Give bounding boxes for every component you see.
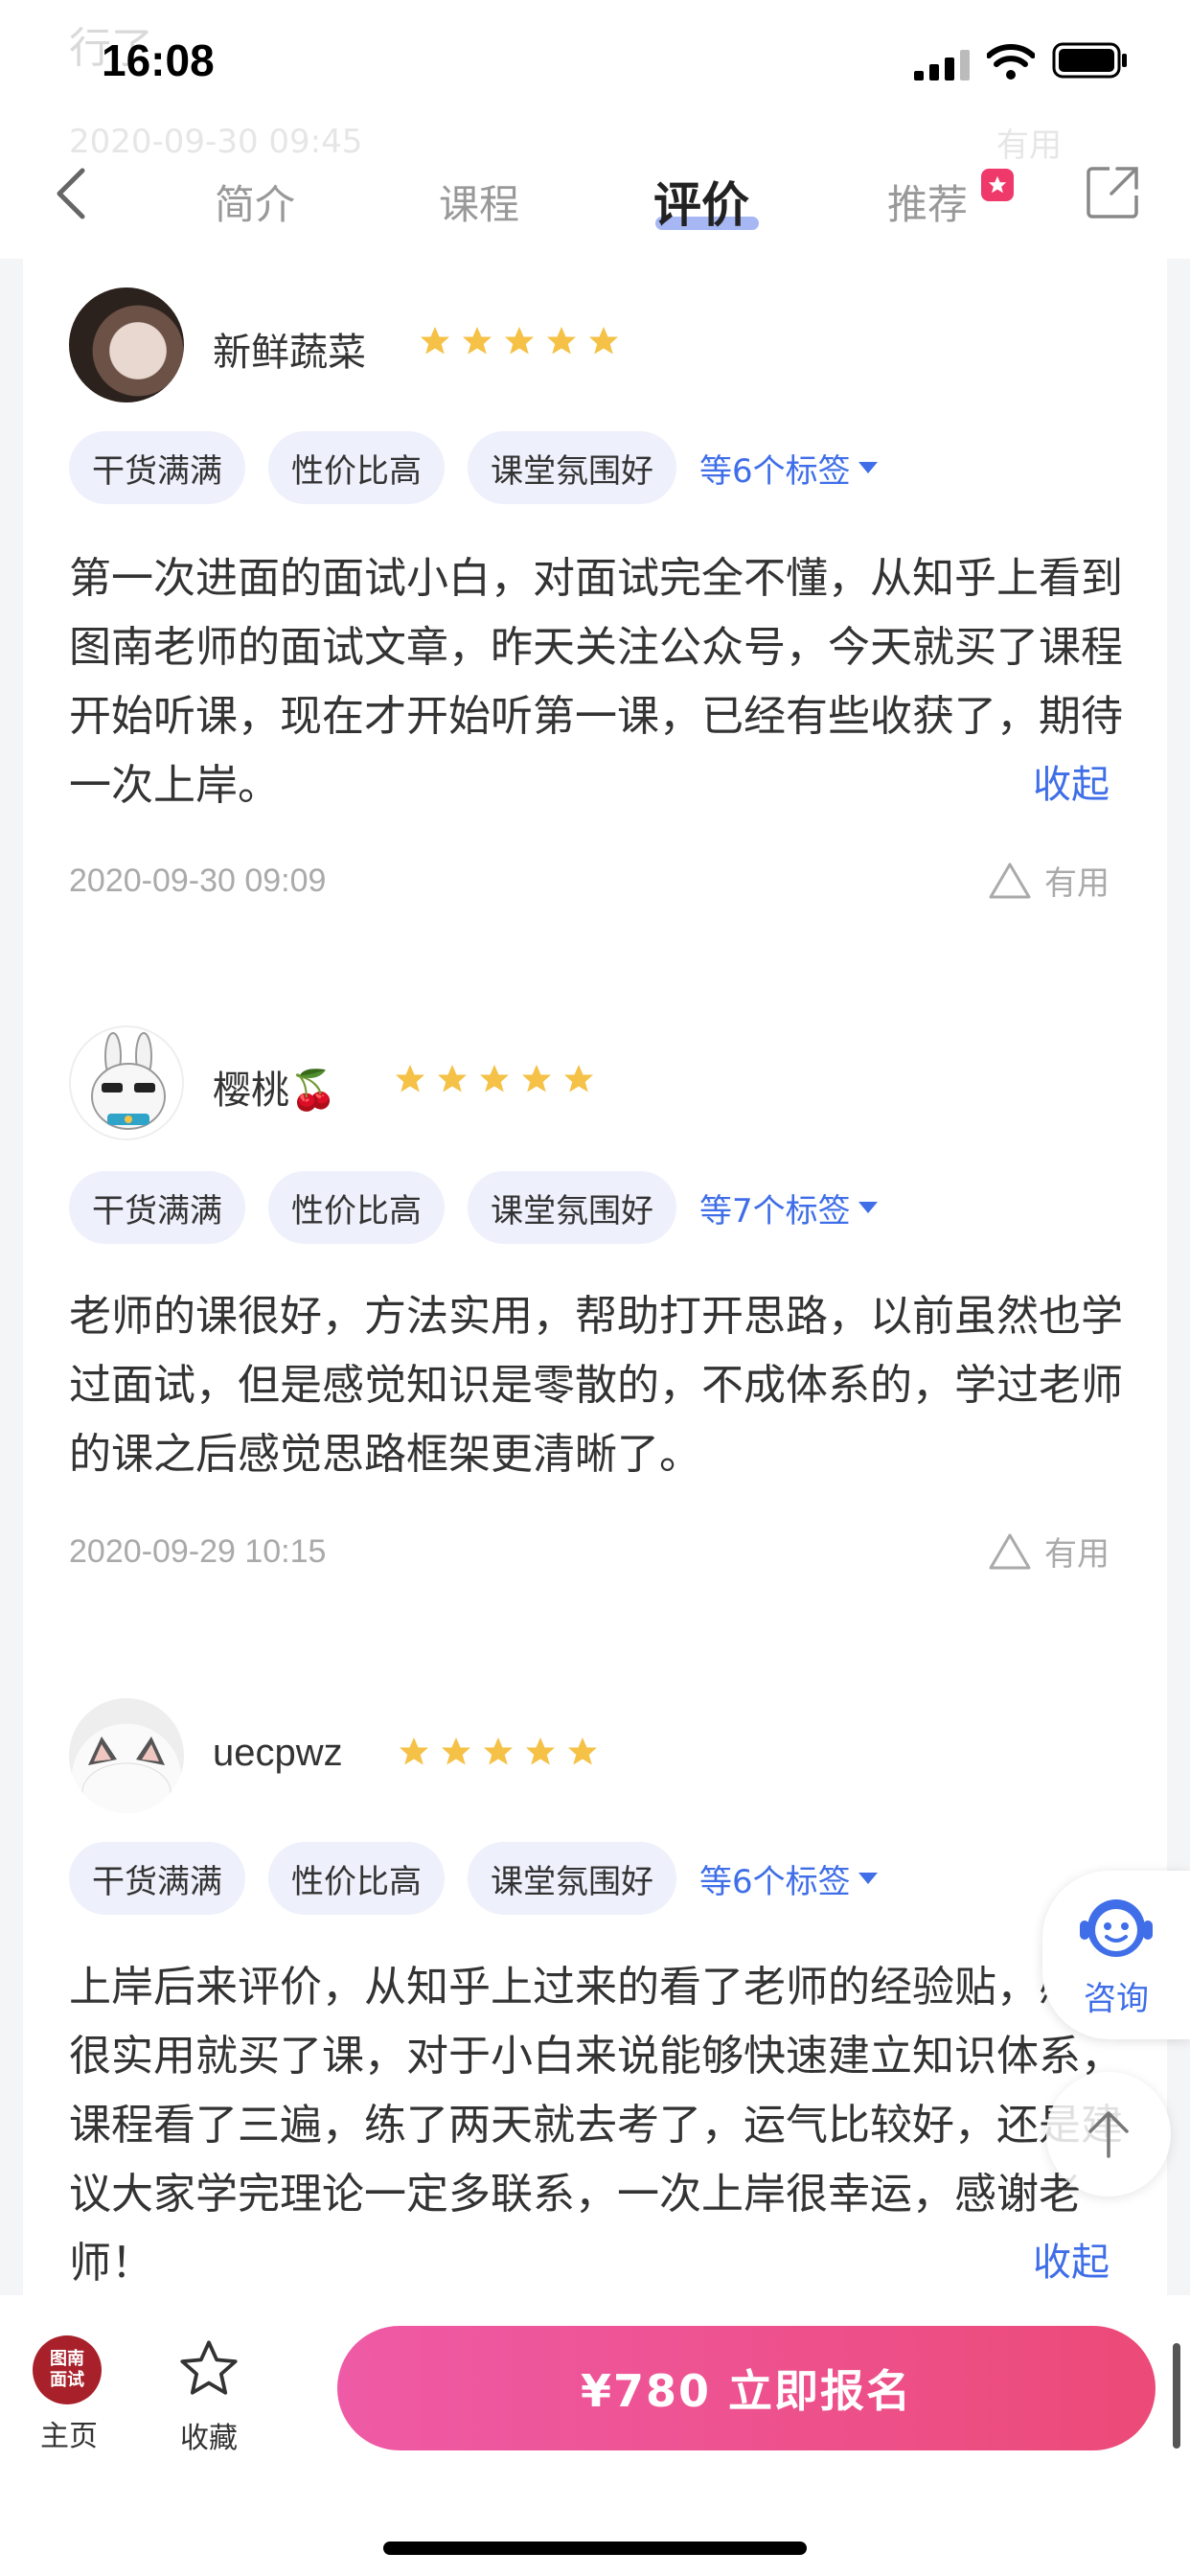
tab-recommend[interactable]: 推荐 (887, 172, 968, 231)
logo-line-1: 图南 (50, 2349, 84, 2369)
tag-chip: 干货满满 (69, 1842, 245, 1915)
avatar[interactable] (69, 1025, 184, 1140)
star-icon (522, 1065, 551, 1092)
battery-icon (1052, 42, 1127, 79)
tab-reviews[interactable]: 评价 (653, 167, 749, 236)
wifi-icon (987, 44, 1035, 80)
rating-stars (397, 1735, 600, 1769)
tag-chip: 课堂氛围好 (468, 1842, 676, 1915)
star-icon (463, 327, 492, 355)
consult-label: 咨询 (1084, 1979, 1149, 2018)
tag-chip: 干货满满 (69, 431, 245, 504)
home-button[interactable]: 图南 面试 主页 (33, 2335, 105, 2454)
share-icon[interactable] (1085, 163, 1142, 220)
star-icon (400, 1737, 428, 1765)
customer-service-icon (1080, 1898, 1153, 1957)
status-bar: 行了 16:08 (0, 0, 1190, 134)
review-tags: 干货满满 性价比高 课堂氛围好 等6个标签 (69, 1842, 878, 1915)
tag-chip: 性价比高 (268, 431, 445, 504)
favorite-button[interactable]: 收藏 (172, 2335, 245, 2456)
review-date: 2020-09-30 09:09 (69, 862, 327, 899)
useful-button[interactable]: 有用 (987, 857, 1110, 904)
back-arrow-icon[interactable] (52, 165, 90, 222)
scrollbar-thumb[interactable] (1173, 2343, 1180, 2449)
recommend-badge (981, 169, 1014, 201)
tag-chip: 课堂氛围好 (468, 1171, 676, 1244)
home-indicator (383, 2542, 807, 2555)
cat-avatar-icon (81, 1736, 172, 1813)
consult-button[interactable]: 咨询 (1042, 1871, 1190, 2039)
star-icon (564, 1065, 593, 1092)
home-label: 主页 (40, 2420, 98, 2453)
avatar[interactable] (69, 1698, 184, 1813)
avatar[interactable] (69, 288, 184, 402)
more-tags-toggle[interactable]: 等6个标签 (699, 445, 878, 492)
tag-chip: 性价比高 (268, 1171, 445, 1244)
tag-chip: 性价比高 (268, 1842, 445, 1915)
review-tags: 干货满满 性价比高 课堂氛围好 等6个标签 (69, 431, 878, 504)
caret-down-icon (858, 1873, 878, 1884)
caret-down-icon (858, 462, 878, 473)
caret-down-icon (858, 1202, 878, 1213)
thumb-triangle-icon (989, 862, 1031, 898)
useful-label: 有用 (1044, 864, 1110, 903)
arrow-up-icon (1088, 2111, 1129, 2158)
collapse-button[interactable]: 收起 (1033, 753, 1110, 809)
tab-intro[interactable]: 简介 (215, 172, 295, 231)
more-tags-label: 等7个标签 (699, 1191, 851, 1230)
star-icon (568, 1737, 597, 1765)
star-icon (396, 1065, 424, 1092)
review-text: 老师的课很好，方法实用，帮助打开思路，以前虽然也学过面试，但是感觉知识是零散的，… (69, 1292, 1123, 1479)
star-icon (421, 327, 449, 355)
logo-line-2: 面试 (50, 2370, 84, 2390)
star-badge-icon (988, 175, 1007, 194)
thumb-triangle-icon (989, 1533, 1031, 1569)
review-username: 新鲜蔬菜 (213, 331, 366, 375)
bottom-action-bar: 图南 面试 主页 收藏 ¥780 立即报名 (0, 2295, 1190, 2576)
review-username: 樱桃🍒 (213, 1069, 337, 1113)
review-date: 2020-09-29 10:15 (69, 1533, 327, 1570)
tab-course[interactable]: 课程 (439, 172, 519, 231)
star-icon (438, 1065, 467, 1092)
more-tags-toggle[interactable]: 等7个标签 (699, 1184, 878, 1231)
star-icon (480, 1065, 509, 1092)
reviews-list: 新鲜蔬菜 干货满满 性价比高 课堂氛围好 等6个标签 第一次进面的面试小白，对面… (23, 259, 1167, 2295)
status-time: 16:08 (102, 35, 215, 85)
star-icon (526, 1737, 555, 1765)
review-text: 上岸后来评价，从知乎上过来的看了老师的经验贴，感觉很实用就买了课，对于小白来说能… (69, 1963, 1123, 2288)
star-icon (505, 327, 534, 355)
star-icon (442, 1737, 470, 1765)
useful-label: 有用 (1044, 1535, 1110, 1574)
useful-button[interactable]: 有用 (987, 1528, 1110, 1575)
star-outline-icon (180, 2340, 238, 2395)
more-tags-toggle[interactable]: 等6个标签 (699, 1855, 878, 1902)
more-tags-label: 等6个标签 (699, 1862, 851, 1901)
rating-stars (393, 1062, 596, 1096)
ghost-date: 2020-09-30 09:45 (69, 123, 363, 161)
review-tags: 干货满满 性价比高 课堂氛围好 等7个标签 (69, 1171, 878, 1244)
review-text: 第一次进面的面试小白，对面试完全不懂，从知乎上看到图南老师的面试文章，昨天关注公… (69, 554, 1123, 810)
rating-stars (418, 324, 621, 358)
brand-logo: 图南 面试 (33, 2335, 102, 2404)
more-tags-label: 等6个标签 (699, 451, 851, 491)
tag-chip: 课堂氛围好 (468, 431, 676, 504)
ghost-useful: 有用 (996, 126, 1062, 165)
star-icon (589, 327, 618, 355)
review-username: uecpwz (213, 1732, 343, 1774)
back-to-top-button[interactable] (1046, 2072, 1171, 2196)
bunny-avatar-icon (91, 1032, 166, 1130)
enroll-button[interactable]: ¥780 立即报名 (337, 2326, 1156, 2450)
favorite-label: 收藏 (180, 2422, 238, 2455)
collapse-button[interactable]: 收起 (1033, 2231, 1110, 2287)
star-icon (547, 327, 576, 355)
tag-chip: 干货满满 (69, 1171, 245, 1244)
star-icon (484, 1737, 513, 1765)
cellular-signal-icon (914, 50, 970, 80)
